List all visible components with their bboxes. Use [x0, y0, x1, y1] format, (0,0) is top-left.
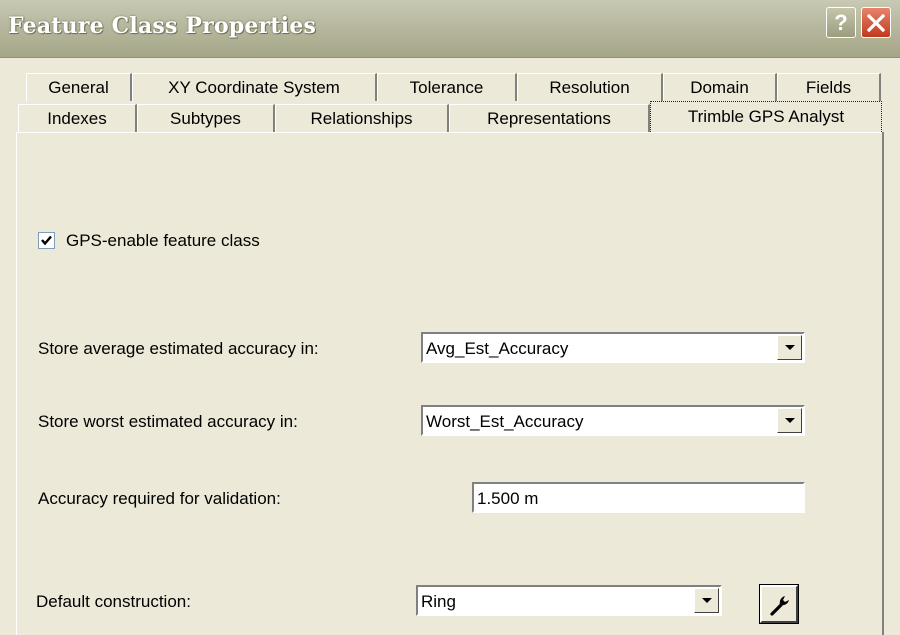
tab-subtypes[interactable]: Subtypes [137, 104, 275, 132]
tab-xy-coordinate-system[interactable]: XY Coordinate System [132, 73, 377, 101]
chevron-down-icon [702, 598, 712, 603]
tab-general-label: General [48, 77, 109, 97]
chevron-down-icon [785, 345, 795, 350]
worst-accuracy-select[interactable]: Worst_Est_Accuracy [421, 405, 805, 436]
tab-indexes-label: Indexes [47, 108, 107, 128]
tab-page-right-edge [882, 132, 884, 635]
default-construction-label: Default construction: [36, 592, 191, 611]
validation-accuracy-value: 1.500 m [477, 489, 539, 508]
validation-accuracy-label: Accuracy required for validation: [38, 489, 281, 508]
gps-enable-label: GPS-enable feature class [66, 231, 260, 250]
worst-accuracy-value: Worst_Est_Accuracy [426, 412, 584, 431]
feature-class-properties-window: Feature Class Properties ? General XY Co… [0, 0, 900, 635]
tab-representations[interactable]: Representations [449, 104, 650, 132]
question-mark-icon: ? [834, 10, 848, 35]
tab-trimble-gps-analyst[interactable]: Trimble GPS Analyst [650, 101, 882, 132]
tab-fields[interactable]: Fields [777, 73, 881, 101]
close-button[interactable] [861, 7, 891, 38]
tab-domain-label: Domain [690, 77, 749, 97]
tab-relationships[interactable]: Relationships [275, 104, 449, 132]
chevron-down-icon [785, 418, 795, 423]
validation-accuracy-input[interactable]: 1.500 m [472, 482, 805, 513]
tab-resolution-label: Resolution [549, 77, 630, 97]
tab-general[interactable]: General [26, 73, 132, 101]
tab-domain[interactable]: Domain [663, 73, 777, 101]
avg-accuracy-value: Avg_Est_Accuracy [426, 339, 569, 358]
construction-settings-button[interactable] [759, 584, 799, 624]
default-construction-select[interactable]: Ring [416, 585, 722, 616]
close-icon [867, 14, 885, 32]
tab-representations-label: Representations [487, 108, 611, 128]
default-construction-dropdown-button[interactable] [694, 588, 719, 613]
tab-xy-coordinate-system-label: XY Coordinate System [168, 77, 340, 97]
window-title: Feature Class Properties [8, 13, 317, 39]
tab-resolution[interactable]: Resolution [517, 73, 663, 101]
help-button[interactable]: ? [826, 7, 856, 38]
checkmark-icon [41, 235, 52, 246]
wrench-icon [770, 596, 789, 616]
tab-fields-label: Fields [805, 77, 852, 97]
avg-accuracy-select[interactable]: Avg_Est_Accuracy [421, 332, 805, 363]
avg-accuracy-dropdown-button[interactable] [777, 335, 802, 360]
tab-trimble-gps-analyst-label: Trimble GPS Analyst [687, 107, 845, 126]
tab-tolerance-label: Tolerance [409, 77, 484, 97]
worst-accuracy-dropdown-button[interactable] [777, 408, 802, 433]
tab-subtypes-label: Subtypes [170, 108, 241, 128]
default-construction-value: Ring [421, 592, 456, 611]
title-bar: Feature Class Properties ? [0, 0, 900, 58]
gps-enable-checkbox[interactable] [38, 232, 55, 249]
tab-page-left-edge [16, 132, 17, 635]
tab-relationships-label: Relationships [310, 108, 413, 128]
worst-accuracy-label: Store worst estimated accuracy in: [38, 412, 298, 431]
tab-page-top-edge [16, 132, 884, 133]
tab-indexes[interactable]: Indexes [18, 104, 137, 132]
tab-tolerance[interactable]: Tolerance [377, 73, 517, 101]
avg-accuracy-label: Store average estimated accuracy in: [38, 339, 319, 358]
